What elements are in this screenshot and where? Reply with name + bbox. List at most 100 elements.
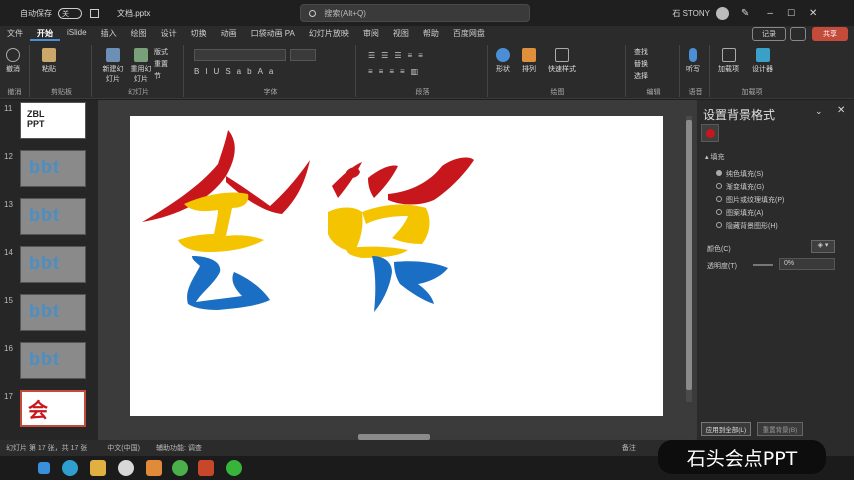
maximize-icon[interactable]: ☐ <box>787 8 795 19</box>
pen-icon[interactable]: ✎ <box>741 8 749 19</box>
tab-10[interactable]: 审阅 <box>356 28 386 41</box>
chrome-icon[interactable] <box>118 460 134 476</box>
record-button[interactable]: 记录 <box>752 27 786 41</box>
tab-4[interactable]: 绘图 <box>124 28 154 41</box>
slide-thumbnails-panel[interactable]: 11 ZBL PPT 12 bbt 13 bbt 14 bbt 15 bbt 16 bbt 17 会 <box>0 100 98 440</box>
shape-button[interactable]: 形状 <box>496 48 510 74</box>
tab-2[interactable]: iSlide <box>60 28 94 41</box>
paste-button[interactable]: 粘贴 <box>42 48 56 74</box>
reset-background-button[interactable]: 重置背景(B) <box>757 422 803 436</box>
tab-3[interactable]: 插入 <box>94 28 124 41</box>
yuan-yellow-stroke-right <box>362 204 430 244</box>
paragraph-buttons[interactable]: ☰☰☰≡≡ <box>368 51 478 61</box>
align-buttons[interactable]: ≡≡≡≡▥ <box>368 67 478 77</box>
wechat-icon[interactable] <box>226 460 242 476</box>
fill-option-radio[interactable] <box>716 196 722 202</box>
fill-option-label[interactable]: 纯色填充(S) <box>726 169 763 179</box>
reuse-slide-button[interactable]: 重用幻灯片 <box>128 48 154 84</box>
save-icon[interactable] <box>90 8 99 18</box>
select-button[interactable]: 选择 <box>634 71 648 81</box>
close-icon[interactable]: ✕ <box>809 8 817 19</box>
slide-thumbnail[interactable]: bbt <box>20 198 86 235</box>
fill-option-radio[interactable] <box>716 170 722 176</box>
autosave-toggle[interactable]: 关 <box>58 7 82 19</box>
tab-7[interactable]: 动画 <box>214 28 244 41</box>
tab-6[interactable]: 切换 <box>184 28 214 41</box>
accessibility-status[interactable]: 辅助功能: 调查 <box>156 443 202 453</box>
fill-option-label[interactable]: 图案填充(A) <box>726 208 763 218</box>
designer-button[interactable]: 设计器 <box>752 48 773 74</box>
language-status[interactable]: 中文(中国) <box>107 443 140 453</box>
edge-icon[interactable] <box>62 460 78 476</box>
find-button[interactable]: 查找 <box>634 47 648 57</box>
font-size-select[interactable] <box>290 49 316 61</box>
editing-group: 查找 替换 选择 编辑 <box>628 45 680 97</box>
slide-thumbnail[interactable]: bbt <box>20 150 86 187</box>
share-button[interactable]: 共享 <box>812 27 848 41</box>
new-slide-label: 新建幻灯片 <box>102 66 124 83</box>
reset-button[interactable]: 重置 <box>154 59 168 69</box>
slide-thumbnail[interactable]: bbt <box>20 246 86 283</box>
slide-thumbnail[interactable]: 会 <box>20 390 86 427</box>
thumbnail-text: ZBL PPT <box>27 109 45 129</box>
thumbnail-text: bbt <box>29 301 60 321</box>
fill-option-label[interactable]: 渐变填充(G) <box>726 182 764 192</box>
file-explorer-icon[interactable] <box>90 460 106 476</box>
arrange-button[interactable]: 排列 <box>522 48 536 74</box>
green-app-icon[interactable] <box>172 460 188 476</box>
tab-12[interactable]: 帮助 <box>416 28 446 41</box>
transparency-slider[interactable] <box>753 264 773 266</box>
section-button[interactable]: 节 <box>154 71 161 81</box>
new-slide-button[interactable]: 新建幻灯片 <box>100 48 126 84</box>
quick-style-button[interactable]: 快速样式 <box>548 48 576 74</box>
slide-thumbnail[interactable]: bbt <box>20 342 86 379</box>
fill-option-label[interactable]: 隐藏背景图形(H) <box>726 221 778 231</box>
vertical-scroll-thumb[interactable] <box>686 120 692 390</box>
slide-thumbnail[interactable]: bbt <box>20 294 86 331</box>
transparency-input[interactable]: 0% <box>779 258 835 270</box>
designer-icon <box>755 48 770 62</box>
fill-option-radio[interactable] <box>716 209 722 215</box>
tab-11[interactable]: 视图 <box>386 28 416 41</box>
dictate-button[interactable]: 听写 <box>686 48 700 74</box>
addins-button[interactable]: 加载项 <box>718 48 739 74</box>
minimize-icon[interactable]: – <box>767 8 773 19</box>
fill-option-label[interactable]: 图片或纹理填充(P) <box>726 195 784 205</box>
slide-artwork[interactable] <box>130 116 663 416</box>
transparency-value: 0% <box>784 260 795 267</box>
search-box[interactable]: 搜索(Alt+Q) <box>300 4 531 22</box>
tab-0[interactable]: 文件 <box>0 28 30 41</box>
ribbon-group-label: 字体 <box>263 89 278 96</box>
fill-option-radio[interactable] <box>716 222 722 228</box>
user-name[interactable]: 石 STONY <box>672 8 710 19</box>
pane-options-icon[interactable]: ⌄ <box>815 106 823 117</box>
windows-start-icon[interactable] <box>38 462 50 474</box>
color-picker[interactable]: ◈ ▾ <box>811 240 835 253</box>
autosave-label: 自动保存 <box>20 8 52 18</box>
fill-option-radio[interactable] <box>716 183 722 189</box>
tab-5[interactable]: 设计 <box>154 28 184 41</box>
font-name-select[interactable] <box>194 49 286 61</box>
file-name: 文档.pptx <box>117 8 151 18</box>
pane-close-icon[interactable]: ✕ <box>837 105 845 116</box>
undo-button[interactable]: 撤消 <box>6 48 20 74</box>
tab-13[interactable]: 百度网盘 <box>446 28 492 41</box>
avatar[interactable] <box>715 6 729 20</box>
thumbnail-number: 12 <box>4 152 13 161</box>
tab-9[interactable]: 幻灯片放映 <box>302 28 356 41</box>
replace-button[interactable]: 替换 <box>634 59 648 69</box>
notes-button[interactable]: 备注 <box>622 443 636 453</box>
vertical-scrollbar[interactable] <box>686 116 692 402</box>
fill-tab[interactable] <box>701 124 719 142</box>
layout-button[interactable]: 版式 <box>154 47 168 57</box>
apply-all-button[interactable]: 应用到全部(L) <box>701 422 751 436</box>
tab-1[interactable]: 开始 <box>30 28 60 41</box>
app-icon[interactable] <box>146 460 162 476</box>
tab-8[interactable]: 口袋动画 PA <box>244 28 302 41</box>
comment-button[interactable] <box>790 27 806 41</box>
font-format-buttons[interactable]: BIUSabAa <box>194 67 344 77</box>
powerpoint-icon[interactable] <box>198 460 214 476</box>
slide-thumbnail[interactable]: ZBL PPT <box>20 102 86 139</box>
current-slide[interactable] <box>130 116 663 416</box>
fill-section-header[interactable]: ▴ 填充 <box>705 152 724 162</box>
